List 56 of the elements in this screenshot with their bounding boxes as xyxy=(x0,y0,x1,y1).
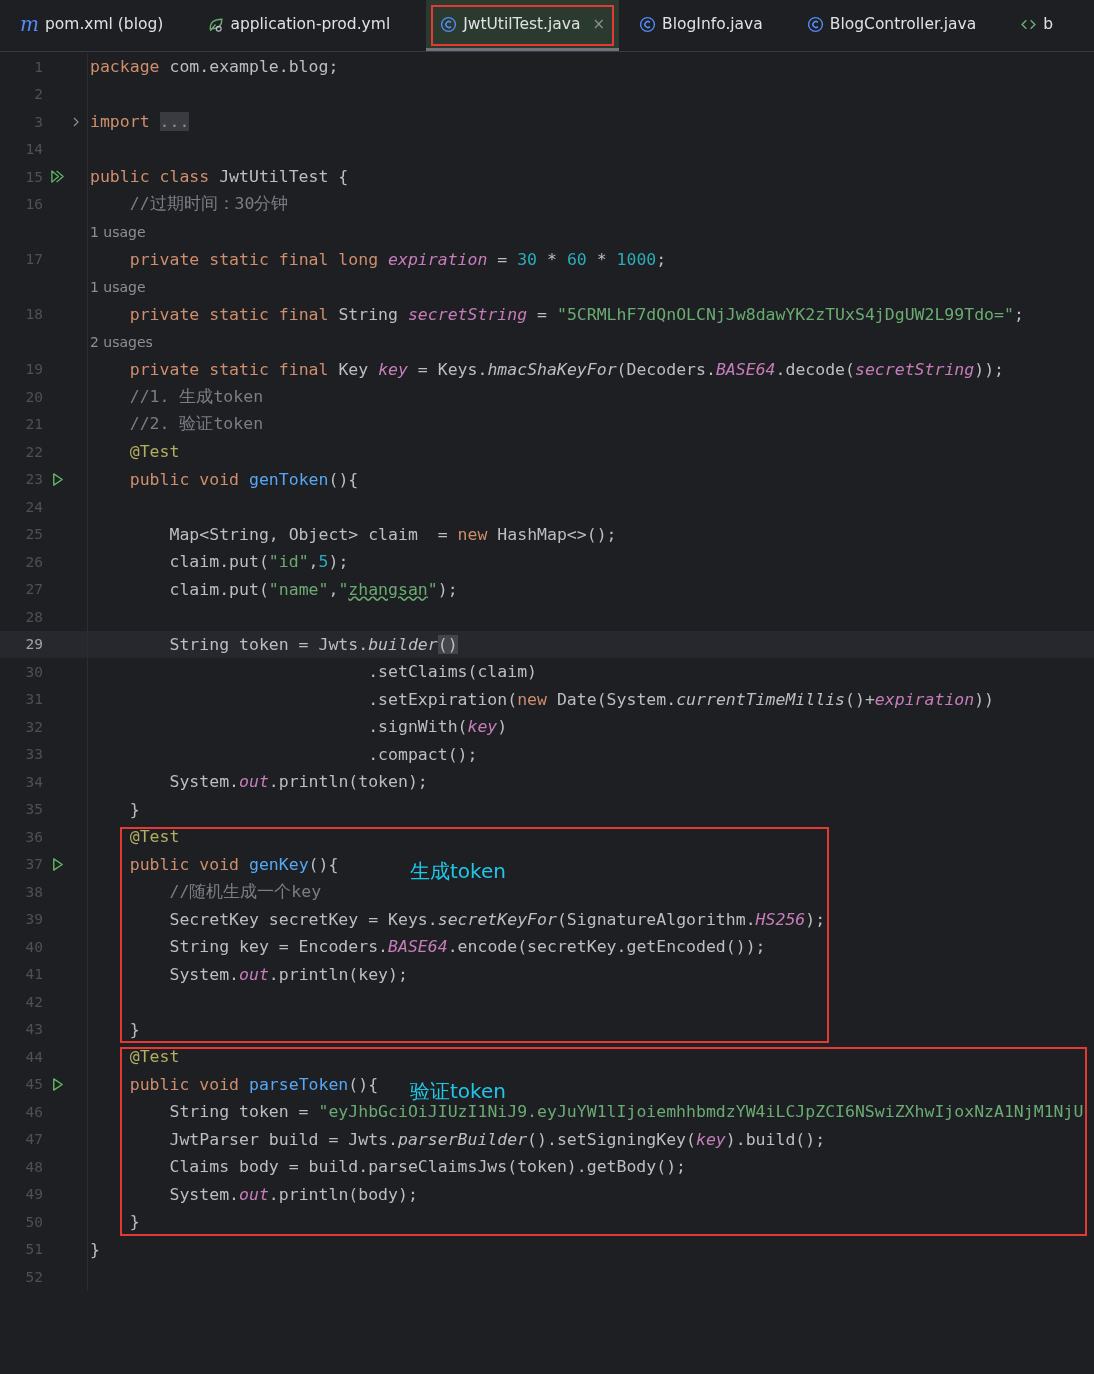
chevron-right-icon[interactable] xyxy=(71,116,81,127)
code-line: Claims body = build.parseClaimsJws(token).getBody(); xyxy=(169,1157,687,1177)
usage-hint[interactable]: 1 usage xyxy=(90,279,146,296)
code-line: public void parseToken(){ xyxy=(129,1074,379,1094)
class-icon xyxy=(440,15,458,33)
file-type-icon: m xyxy=(20,12,39,36)
code-line: claim.put("id",5); xyxy=(169,552,349,572)
usage-hint[interactable]: 1 usage xyxy=(90,224,146,241)
code-line: } xyxy=(90,1239,100,1259)
code-line: private static final String secretString = "5CRMLhF7dQnOLCNjJw8dawYK2zTUxS4jDgUW2L99Tdo="; xyxy=(129,304,1024,324)
code-line: .setClaims(claim) xyxy=(368,662,538,682)
editor-tab[interactable]: b xyxy=(1012,0,1078,51)
class-icon xyxy=(639,15,657,33)
code-line: String key = Encoders.BASE64.encode(secretKey.getEncoded()); xyxy=(169,937,766,957)
code-line: import ... xyxy=(90,112,190,132)
code-line: private static final Key key = Keys.hmacShaKeyFor(Decoders.BASE64.decode(secretString)); xyxy=(129,359,1005,379)
leaf-gear-icon xyxy=(207,15,225,33)
callout-label: 生成token xyxy=(410,858,506,885)
code-line: //1. 生成token xyxy=(129,386,264,406)
code-line: package com.example.blog; xyxy=(90,57,339,77)
code-line: //随机生成一个key xyxy=(169,881,322,901)
code-line: .compact(); xyxy=(368,744,478,764)
code-line: System.out.println(token); xyxy=(169,772,428,792)
code-line: String token = "eyJhbGciOiJIUzI1NiJ9.eyJuYW1lIjoiemhhbmdzYW4iLCJpZCI6NSwiZXhwIjoxNzA1NjM1NjU xyxy=(169,1102,1084,1122)
code-line: public void genToken(){ xyxy=(129,469,359,489)
editor-tab[interactable]: BlogController.java xyxy=(798,0,1001,51)
code-line: } xyxy=(129,1019,140,1039)
code-line: @Test xyxy=(129,442,180,462)
code-line: //过期时间：30分钟 xyxy=(129,194,289,214)
editor-tab[interactable]: m pom.xml (blog) xyxy=(12,0,188,51)
callout-label: 验证token xyxy=(410,1078,506,1105)
code-line: @Test xyxy=(129,1047,180,1067)
code-line: SecretKey secretKey = Keys.secretKeyFor(SignatureAlgorithm.HS256); xyxy=(169,909,826,929)
editor-tab[interactable]: JwtUtilTest.java × xyxy=(426,0,620,51)
code-line: public void genKey(){ xyxy=(129,854,339,874)
class-icon xyxy=(806,15,824,33)
code-line: JwtParser build = Jwts.parserBuilder().setSigningKey(key).build(); xyxy=(169,1129,826,1149)
code-line: //2. 验证token xyxy=(129,414,264,434)
code-line: public class JwtUtilTest { xyxy=(90,167,349,187)
run-all-icon[interactable] xyxy=(49,169,65,185)
code-line: System.out.println(key); xyxy=(169,964,408,984)
editor-tab[interactable]: BlogInfo.java xyxy=(631,0,787,51)
usage-hint[interactable]: 2 usages xyxy=(90,334,153,351)
code-line: } xyxy=(129,1212,140,1232)
close-tab-button[interactable]: × xyxy=(592,15,606,33)
code-line: .signWith(key) xyxy=(368,717,508,737)
code-line: claim.put("name","zhangsan"); xyxy=(169,579,458,599)
code-line: Map<String, Object> claim = new HashMap<>(); xyxy=(169,524,617,544)
code-line: String token = Jwts.builder() xyxy=(169,634,458,654)
code-line: private static final long expiration = 30 * 60 * 1000; xyxy=(129,249,667,269)
code-line: System.out.println(body); xyxy=(169,1184,418,1204)
code-line: @Test xyxy=(129,827,180,847)
code-line: .setExpiration(new Date(System.currentTimeMillis()+expiration)) xyxy=(368,689,995,709)
line-number: 29 xyxy=(24,636,43,653)
editor-tab[interactable]: application-prod.yml xyxy=(199,0,415,51)
code-line: } xyxy=(129,799,140,819)
